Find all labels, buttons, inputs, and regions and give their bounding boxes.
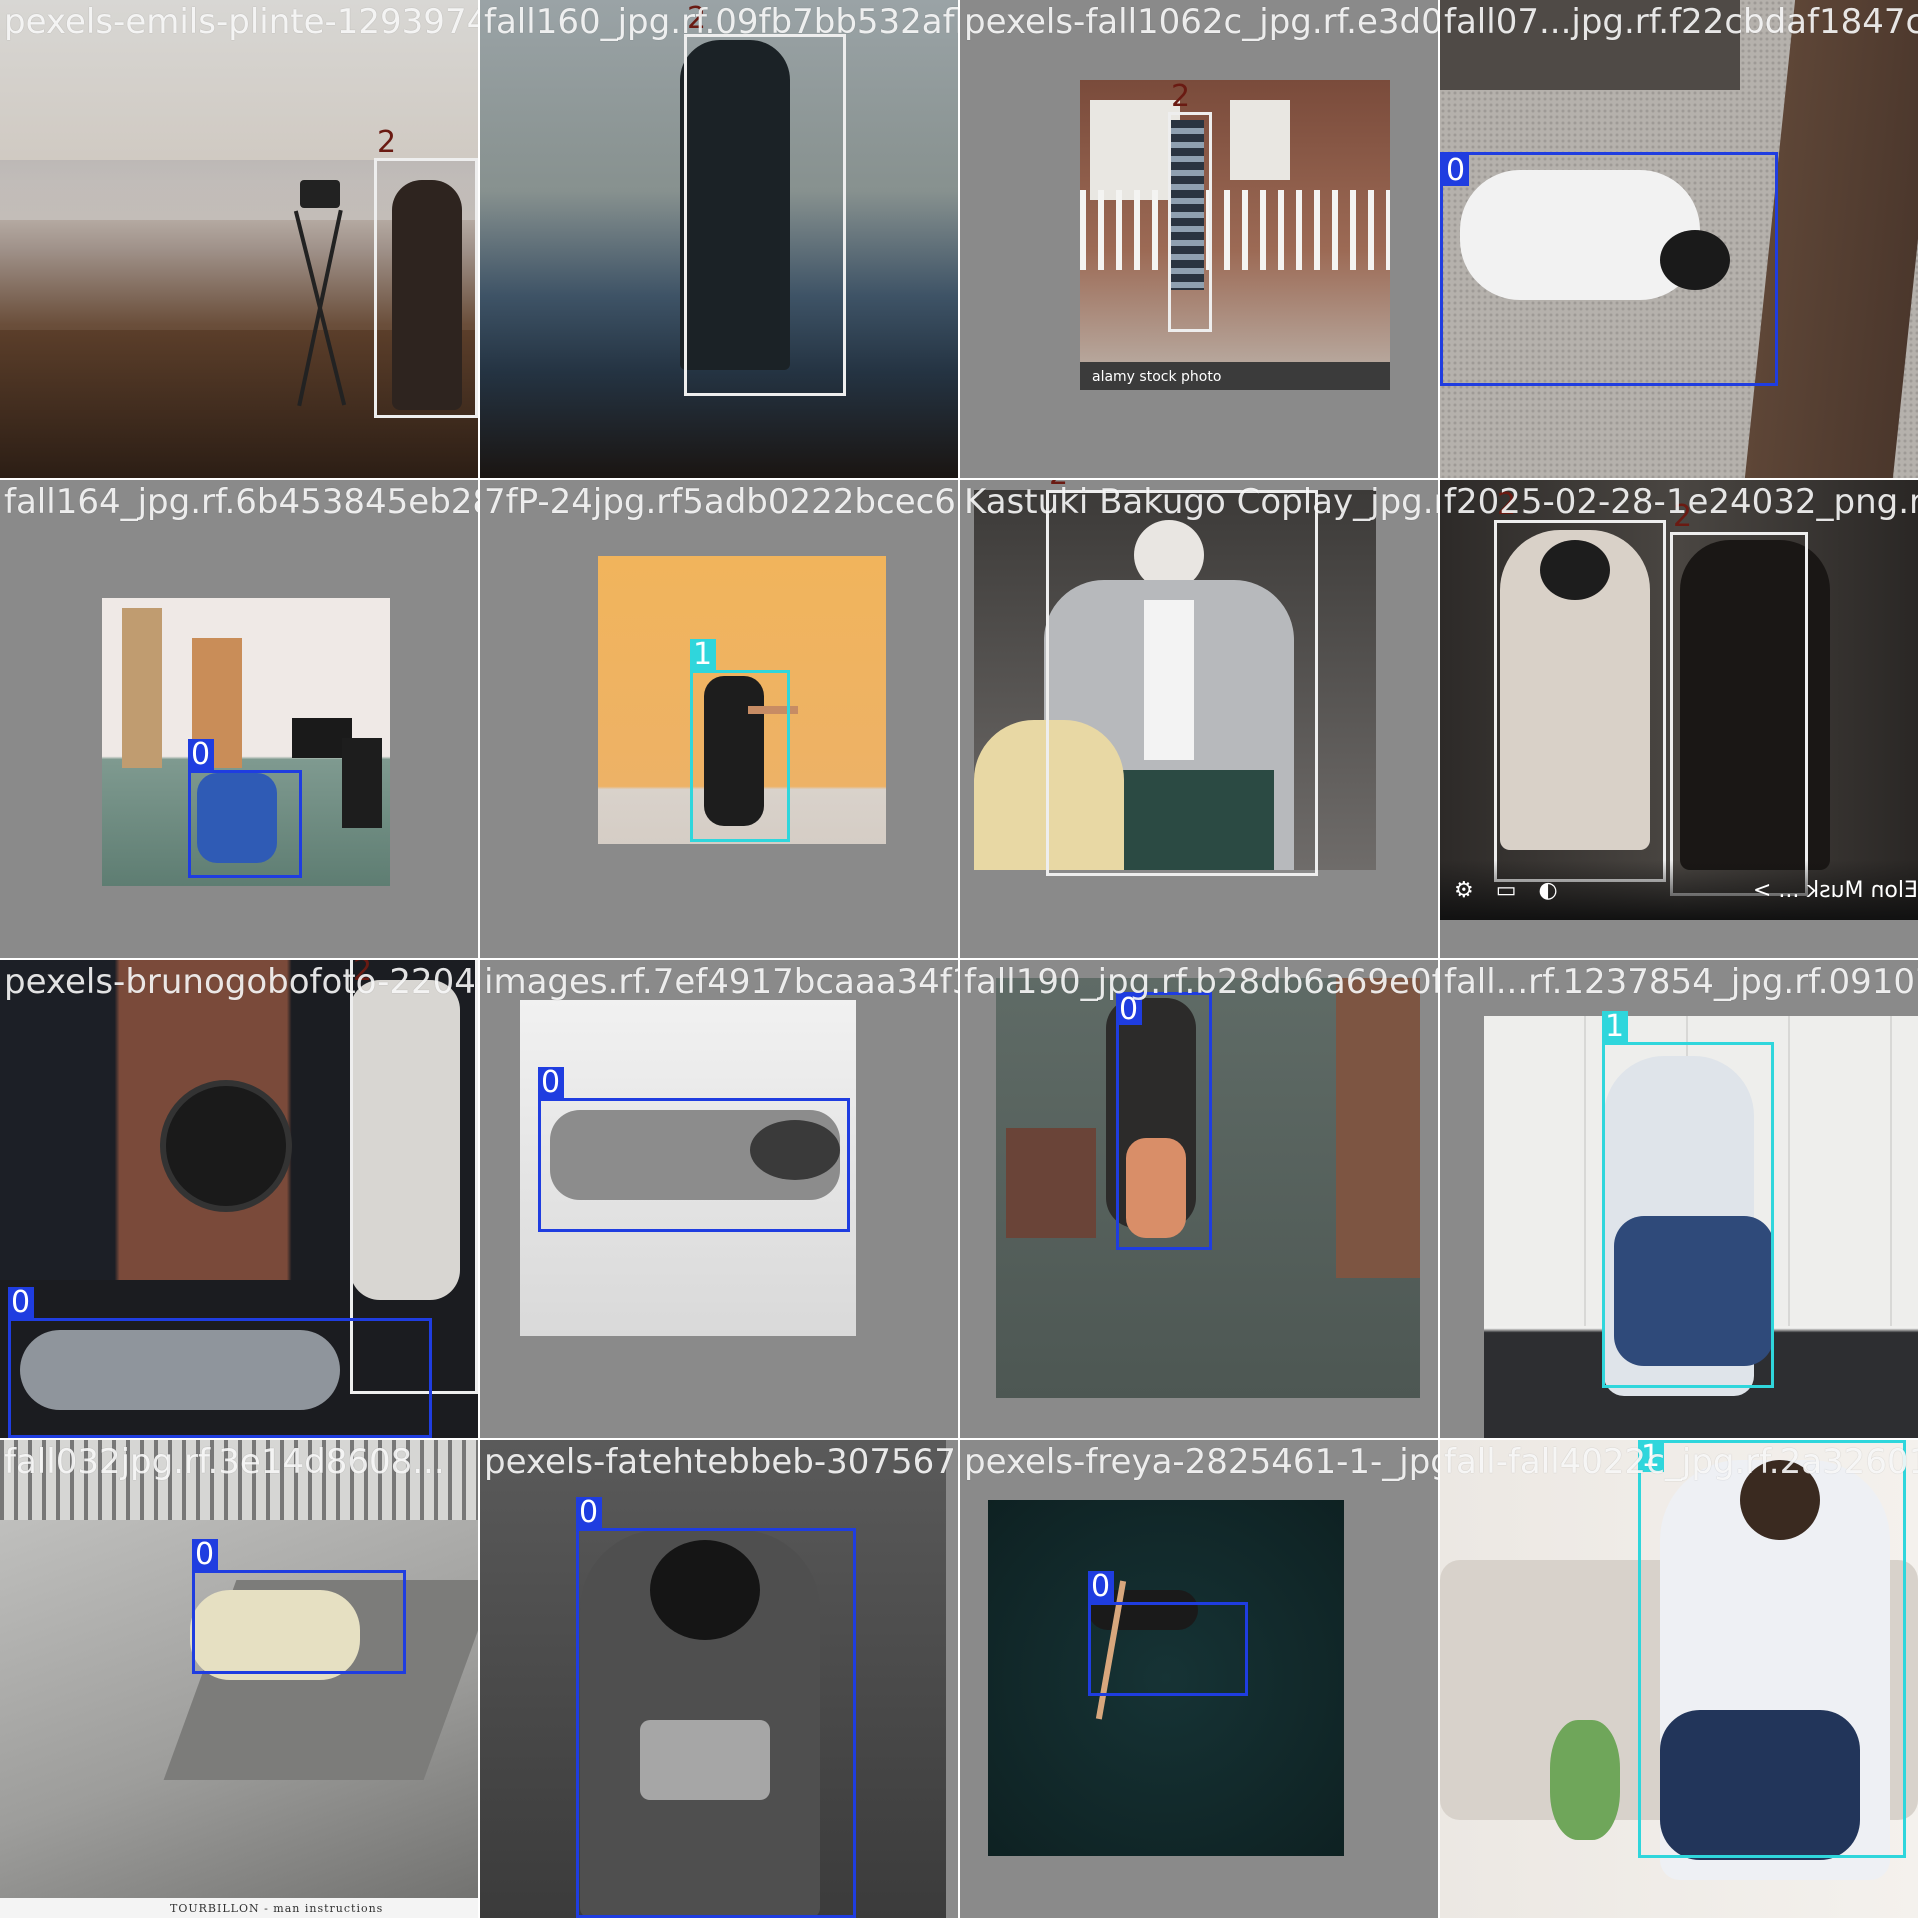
tile-11: 0 fall190_jpg.rf.b28db6a69e0fa... [960,960,1438,1438]
image-mosaic: 2 pexels-emils-plinte-1293974-24791261_j… [0,0,1920,1920]
detection-box: 0 [1440,152,1778,386]
class-label: 0 [576,1497,602,1528]
tripod-shape [300,180,340,208]
detection-box: 1 [1638,1440,1906,1858]
captions-icon[interactable]: ▭ [1496,878,1517,903]
player-title: Elon Musk ... > [1753,877,1918,903]
detection-box: 0 [8,1287,432,1438]
tile-8: ⚙ ▭ ◐ Elon Musk ... > 2 2 f2025-02-28-1e… [1440,480,1918,958]
tile-13: TOURBILLON - man instructions 0 fall032j… [0,1440,478,1918]
detection-box: 1 [1602,1011,1774,1388]
tile-7: 2 Kastuki Bakugo Coplay_jpg.rf... [960,480,1438,958]
settings-icon[interactable]: ⚙ [1454,878,1474,903]
tile-12: 1 fall...rf.1237854_jpg.rf.0910747 [1440,960,1918,1438]
tile-10: 0 images.rf.7ef4917bcaaa34f3... [480,960,958,1438]
class-label: 0 [1088,1571,1114,1602]
class-label: 1 [1602,1011,1628,1042]
detection-box: 2 [1046,480,1318,876]
class-label: 2 [377,125,397,160]
detection-box: 0 [192,1539,406,1674]
detection-box: 0 [538,1067,850,1232]
tile-4: 0 fall07...jpg.rf.f22cbdaf1847c7 [1440,0,1918,478]
tile-1: 2 pexels-emils-plinte-1293974-24791261_j… [0,0,478,478]
detection-box: 1 [690,639,790,842]
detection-box: 0 [576,1497,856,1918]
image-caption: TOURBILLON - man instructions [170,1902,384,1915]
filename-label: fall164_jpg.rf.6b453845eb287dP-24jpg.rf5… [4,482,478,522]
filename-label: pexels-fall1062c_jpg.rf.e3d0c38a0... [964,2,1438,42]
tile-9: 2 0 pexels-brunogobofoto-2204196 [0,960,478,1438]
toggle-icon[interactable]: ◐ [1539,878,1558,903]
class-label: 1 [1638,1441,1664,1472]
filename-label: images.rf.7ef4917bcaaa34f3... [484,962,958,1002]
filename-label: 7fP-24jpg.rf5adb0222bcec6... [484,482,958,522]
class-label: 1 [690,639,716,670]
video-player-bar: ⚙ ▭ ◐ Elon Musk ... > [1440,860,1918,920]
tile-15: 0 pexels-freya-2825461-1-_jpg.rf... [960,1440,1438,1918]
class-label: 2 [353,960,373,988]
class-label: 2 [1673,499,1693,534]
class-label: 0 [1443,155,1469,186]
detection-box: 0 [1088,1571,1248,1696]
filename-label: fall...rf.1237854_jpg.rf.0910747 [1444,962,1918,1002]
detection-box: 2 [684,3,846,396]
class-label: 0 [188,739,214,770]
class-label: 0 [192,1539,218,1570]
detection-box: 2 [1494,489,1666,882]
tile-5: 0 fall164_jpg.rf.6b453845eb287dP-24jpg.r… [0,480,478,958]
tile-photo: alamy stock photo [1080,80,1390,390]
detection-box: 2 [1168,81,1212,332]
class-label: 0 [1116,994,1142,1025]
detection-box: 2 [374,127,478,418]
class-label: 2 [1171,79,1191,114]
detection-box: 0 [1116,992,1212,1250]
class-label: 0 [8,1287,34,1318]
tile-3: alamy stock photo 2 pexels-fall1062c_jpg… [960,0,1438,478]
class-label: 2 [1046,480,1072,490]
detection-box: 0 [188,739,302,878]
tile-photo: TOURBILLON - man instructions [0,1440,478,1918]
watermark-text: alamy stock photo [1092,369,1222,385]
detection-box: 2 [1670,501,1808,896]
tile-14: 0 pexels-fatehtebbeb-30756766_jpg.rf... [480,1440,958,1918]
class-label: 0 [538,1067,564,1098]
class-label: 2 [687,1,707,36]
filename-label: pexels-freya-2825461-1-_jpg.rf... [964,1442,1438,1482]
tile-16: 1 fall-fall4022c_jpg.rf.2a32601 [1440,1440,1918,1918]
tile-6: 1 7fP-24jpg.rf5adb0222bcec6... [480,480,958,958]
class-label: 2 [1497,487,1517,522]
tile-2: 2 fall160_jpg.rf.09fb7bb532afl41106... [480,0,958,478]
